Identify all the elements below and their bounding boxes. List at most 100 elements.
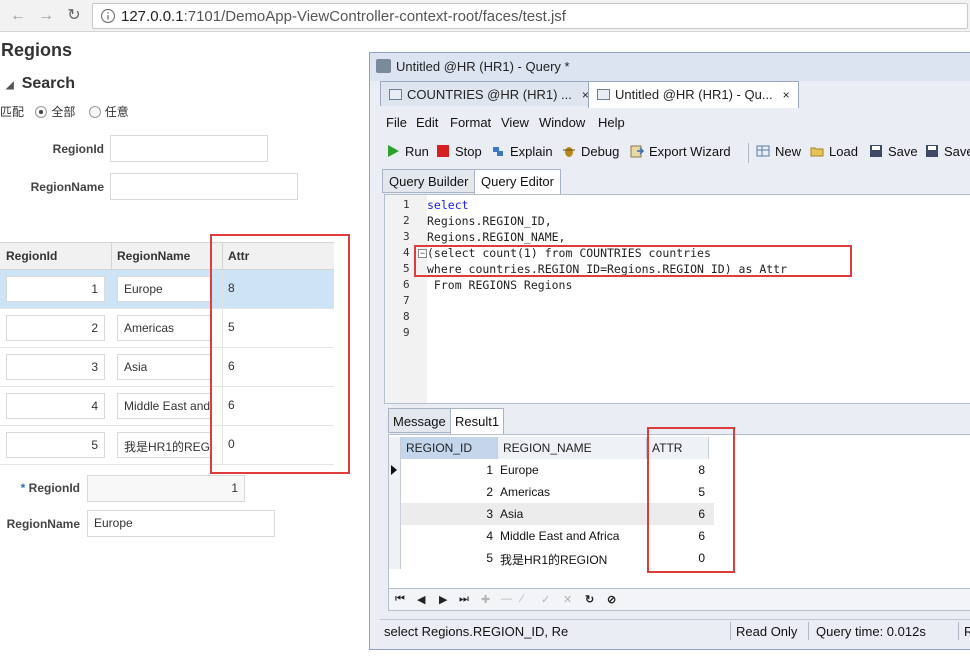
row-header[interactable]: [389, 525, 401, 547]
line-number: 5: [403, 262, 410, 275]
post-edit-icon[interactable]: ✓: [541, 593, 550, 606]
regionname-cell[interactable]: Americas: [117, 315, 212, 341]
delete-record-icon[interactable]: —: [501, 593, 512, 605]
row-header[interactable]: [389, 547, 401, 569]
code-line-3: Regions.REGION_NAME,: [427, 230, 566, 244]
status-sql-text: select Regions.REGION_ID, Re: [384, 624, 569, 639]
result-cell-id[interactable]: 2: [401, 485, 493, 499]
stop-button[interactable]: Stop: [436, 144, 482, 159]
save-button[interactable]: Save: [869, 144, 918, 159]
result-cell-name[interactable]: Americas: [500, 485, 550, 499]
required-mark: *: [20, 481, 26, 495]
tab-message[interactable]: Message: [388, 408, 451, 433]
menu-file[interactable]: File: [386, 115, 407, 130]
row-header[interactable]: [389, 481, 401, 503]
query-window: Untitled @HR (HR1) - Query * COUNTRIES @…: [369, 52, 970, 650]
next-record-icon[interactable]: ▶: [439, 593, 447, 606]
reload-icon[interactable]: ↻: [64, 6, 84, 26]
insert-record-icon[interactable]: ✚: [481, 593, 490, 606]
regionname-cell[interactable]: Europe: [117, 276, 212, 302]
collapse-triangle-icon[interactable]: ◢: [6, 80, 14, 91]
column-header-regionname[interactable]: RegionName: [117, 249, 190, 263]
page-info-icon[interactable]: [100, 8, 116, 24]
match-selector: 匹配 全部 任意: [0, 103, 129, 120]
regionid-cell[interactable]: 3: [6, 354, 105, 380]
stop-fetch-icon[interactable]: ⊘: [607, 593, 616, 606]
match-any-radio[interactable]: [88, 106, 101, 118]
run-button[interactable]: Run: [386, 144, 429, 159]
tab-countries[interactable]: COUNTRIES @HR (HR1) ... ×: [380, 81, 598, 106]
regionname-cell[interactable]: Asia: [117, 354, 212, 380]
previous-record-icon[interactable]: ◀: [417, 593, 425, 606]
result-cell-id[interactable]: 4: [401, 529, 493, 543]
load-button[interactable]: Load: [810, 144, 858, 159]
row-header[interactable]: [389, 503, 401, 525]
column-header-regionid[interactable]: RegionId: [6, 249, 57, 263]
row-header[interactable]: [389, 459, 401, 481]
window-titlebar: Untitled @HR (HR1) - Query *: [370, 53, 970, 81]
refresh-icon[interactable]: ↻: [585, 593, 594, 606]
detail-regionname-input[interactable]: Europe: [87, 510, 275, 537]
explain-button[interactable]: Explain: [491, 144, 553, 159]
search-regionname-input[interactable]: [110, 173, 298, 200]
menu-help[interactable]: Help: [598, 115, 625, 130]
edit-record-icon[interactable]: ∕: [521, 593, 523, 605]
result-cell-id[interactable]: 1: [401, 463, 493, 477]
debug-button[interactable]: Debug: [562, 144, 619, 159]
table-icon: [389, 89, 402, 100]
export-icon: [630, 145, 644, 158]
match-all-radio[interactable]: [35, 106, 48, 118]
result-col-region-name[interactable]: REGION_NAME: [498, 437, 647, 459]
debug-label: Debug: [581, 144, 620, 159]
detail-regionid-input[interactable]: 1: [87, 475, 245, 502]
result-cell-name[interactable]: 我是HR1的REGION: [500, 551, 607, 568]
stop-label: Stop: [455, 144, 482, 159]
tab-query-label: Untitled @HR (HR1) - Qu...: [615, 87, 773, 102]
status-bar: select Regions.REGION_ID, Re Read Only Q…: [380, 619, 970, 641]
menu-edit[interactable]: Edit: [416, 115, 438, 130]
page-title: Regions: [1, 40, 73, 60]
sql-editor[interactable]: 1 2 3 4 5 6 7 8 9 − select Regions.REGIO…: [384, 194, 970, 404]
search-regionid-input[interactable]: [110, 135, 268, 162]
first-record-icon[interactable]: ⏮: [395, 593, 405, 606]
regionname-cell[interactable]: 我是HR1的REG: [117, 432, 212, 458]
save-as-button[interactable]: Save: [925, 144, 970, 159]
back-icon[interactable]: ←: [8, 6, 28, 26]
detail-regionid-label: * RegionId: [8, 481, 80, 495]
result-cell-name[interactable]: Asia: [500, 507, 523, 521]
menu-bar: File Edit Format View Window Help: [380, 113, 970, 135]
regionname-cell[interactable]: Middle East and: [117, 393, 212, 419]
url-path: :7101/DemoApp-ViewController-context-roo…: [183, 8, 566, 25]
export-wizard-button[interactable]: Export Wizard: [630, 144, 731, 159]
line-number: 4: [403, 246, 410, 259]
regionid-cell[interactable]: 2: [6, 315, 105, 341]
last-record-icon[interactable]: ⏭: [459, 593, 469, 606]
address-bar[interactable]: 127.0.0.1:7101/DemoApp-ViewController-co…: [92, 3, 968, 29]
regionid-cell[interactable]: 4: [6, 393, 105, 419]
menu-window[interactable]: Window: [539, 115, 585, 130]
result-cell-name[interactable]: Middle East and Africa: [500, 529, 619, 543]
menu-view[interactable]: View: [501, 115, 529, 130]
close-icon[interactable]: ×: [783, 88, 790, 102]
tab-result1[interactable]: Result1: [450, 408, 505, 434]
detail-regionid-text: RegionId: [28, 481, 80, 495]
regionid-cell[interactable]: 1: [6, 276, 105, 302]
result-col-region-id[interactable]: REGION_ID: [401, 437, 498, 459]
regionid-cell[interactable]: 5: [6, 432, 105, 458]
menu-format[interactable]: Format: [450, 115, 491, 130]
cancel-edit-icon[interactable]: ✕: [563, 593, 572, 606]
tab-query-editor[interactable]: Query Editor: [474, 169, 561, 194]
window-title: Untitled @HR (HR1) - Query *: [396, 59, 570, 74]
match-all-label: 全部: [51, 105, 76, 119]
tab-query-builder[interactable]: Query Builder: [382, 169, 476, 193]
new-button[interactable]: New: [756, 144, 801, 159]
tab-query[interactable]: Untitled @HR (HR1) - Qu... ×: [588, 81, 799, 108]
forward-icon[interactable]: →: [36, 6, 56, 26]
result-cell-id[interactable]: 5: [401, 551, 493, 565]
search-panel-header[interactable]: ◢ Search: [6, 75, 75, 93]
url-text[interactable]: 127.0.0.1:7101/DemoApp-ViewController-co…: [121, 8, 566, 25]
save-as-label: Save: [944, 144, 970, 159]
result-cell-id[interactable]: 3: [401, 507, 493, 521]
result-cell-name[interactable]: Europe: [500, 463, 539, 477]
line-number-gutter: 1 2 3 4 5 6 7 8 9 −: [385, 195, 427, 403]
